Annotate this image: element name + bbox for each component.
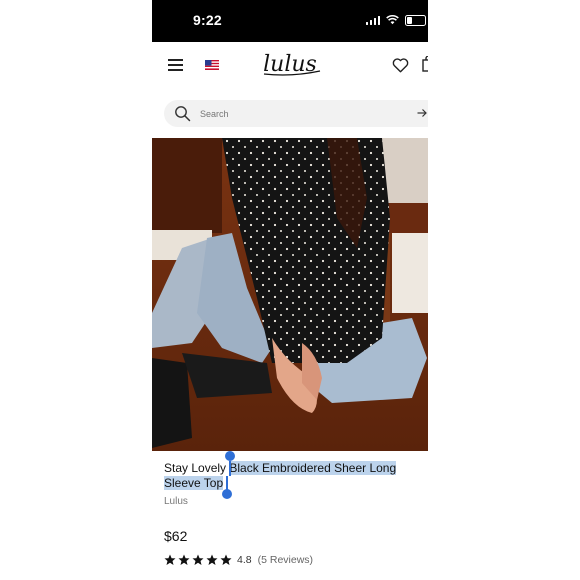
- product-title-block: Stay Lovely Black Embroidered Sheer Long…: [164, 461, 428, 491]
- product-title-prefix: Stay Lovely: [164, 461, 230, 475]
- star-icon: [178, 554, 190, 565]
- selection-start-handle[interactable]: [225, 451, 235, 461]
- arrow-right-icon[interactable]: [417, 108, 427, 118]
- cellular-signal-icon: [365, 15, 380, 25]
- phone-screen: 9:22 lulus Search Stay Lovely Black Embr…: [152, 0, 428, 580]
- rating-value: 4.8: [237, 554, 252, 566]
- search-bar[interactable]: [164, 100, 428, 127]
- product-title[interactable]: Stay Lovely Black Embroidered Sheer Long…: [164, 461, 428, 491]
- star-icon: [164, 554, 176, 565]
- heart-icon[interactable]: [392, 58, 409, 73]
- menu-icon[interactable]: [168, 59, 183, 71]
- product-image[interactable]: [152, 138, 428, 451]
- status-time: 9:22: [193, 12, 222, 28]
- lulus-logo[interactable]: lulus: [252, 49, 328, 79]
- battery-icon: [405, 14, 426, 26]
- status-icons: [365, 12, 426, 28]
- us-flag-icon[interactable]: [205, 60, 219, 70]
- star-icon: [220, 554, 232, 565]
- status-bar: 9:22: [152, 0, 428, 42]
- search-icon: [175, 106, 191, 122]
- star-icon: [206, 554, 218, 565]
- review-count-link[interactable]: (5 Reviews): [258, 554, 313, 566]
- product-brand[interactable]: Lulus: [164, 496, 188, 507]
- product-price: $62: [164, 528, 188, 544]
- selection-end-handle[interactable]: [222, 489, 232, 499]
- wifi-icon: [386, 15, 399, 25]
- star-icon: [192, 554, 204, 565]
- search-input[interactable]: [200, 104, 420, 123]
- selection-start-handle-bar: [229, 461, 231, 476]
- site-header: lulus: [152, 42, 428, 90]
- bag-icon[interactable]: [422, 56, 428, 72]
- product-rating[interactable]: 4.8 (5 Reviews): [164, 553, 313, 567]
